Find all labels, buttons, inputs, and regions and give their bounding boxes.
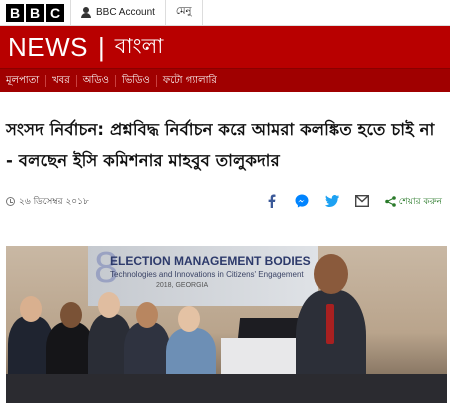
photo-person-head [20, 296, 42, 322]
banner-title: ELECTION MANAGEMENT BODIES [110, 254, 311, 268]
banner-location: 2018, GEORGIA [156, 282, 209, 289]
nav-item-news[interactable]: খবর [46, 74, 77, 87]
article-date: ২৬ ডিসেম্বর ২০১৮ [6, 194, 89, 209]
nav-item-home[interactable]: মূলপাতা [0, 74, 47, 87]
messenger-icon[interactable] [295, 194, 309, 208]
language-wordmark: বাংলা [114, 33, 164, 58]
article-headline: সংসদ নির্বাচন: প্রশ্নবিদ্ধ নির্বাচন করে … [6, 120, 435, 170]
email-icon[interactable] [354, 194, 369, 208]
photo-person-head [60, 302, 82, 328]
share-tools: শেয়ার করুন [265, 194, 442, 209]
article-photo: 8 ELECTION MANAGEMENT BODIES Technologie… [6, 246, 447, 403]
menu-label: মেনু [175, 6, 192, 17]
photo-person-head [136, 302, 158, 328]
nav-item-video[interactable]: ভিডিও [116, 74, 157, 87]
photo-speaker-tie [326, 304, 334, 344]
twitter-icon[interactable] [324, 194, 339, 208]
share-button[interactable]: শেয়ার করুন [384, 194, 442, 209]
photo-speaker-head [314, 254, 348, 294]
bbc-logo-letter: B [6, 3, 24, 22]
person-icon [81, 7, 91, 18]
account-link[interactable]: BBC Account [71, 0, 166, 25]
brand-bar[interactable]: NEWS | বাংলা [0, 26, 450, 68]
share-label: শেয়ার করুন [398, 196, 442, 207]
article-meta: ২৬ ডিসেম্বর ২০১৮ শেয়ার করুন [0, 192, 450, 210]
top-bar: B B C BBC Account মেনু [0, 0, 450, 26]
account-label: BBC Account [96, 7, 155, 18]
clock-icon [6, 196, 15, 206]
banner-number: 8 [94, 246, 119, 292]
photo-person-head [178, 306, 200, 332]
nav-item-photo-gallery[interactable]: ফটো গ্যালারি [157, 75, 223, 87]
bbc-logo[interactable]: B B C [0, 0, 71, 25]
nav-item-audio[interactable]: অডিও [77, 74, 116, 87]
facebook-icon[interactable] [265, 194, 279, 208]
photo-person-head [98, 292, 120, 318]
bbc-logo-letter: C [46, 3, 64, 22]
brand-separator: | [98, 31, 105, 62]
menu-button[interactable]: মেনু [166, 0, 203, 25]
share-icon [384, 195, 396, 207]
photo-table [6, 374, 447, 403]
bbc-logo-letter: B [26, 3, 44, 22]
date-text: ২৬ ডিসেম্বর ২০১৮ [19, 196, 89, 207]
banner-subtitle: Technologies and Innovations in Citizens… [110, 270, 304, 279]
news-wordmark: NEWS [8, 31, 88, 62]
main-nav: মূলপাতা খবর অডিও ভিডিও ফটো গ্যালারি [0, 68, 450, 92]
